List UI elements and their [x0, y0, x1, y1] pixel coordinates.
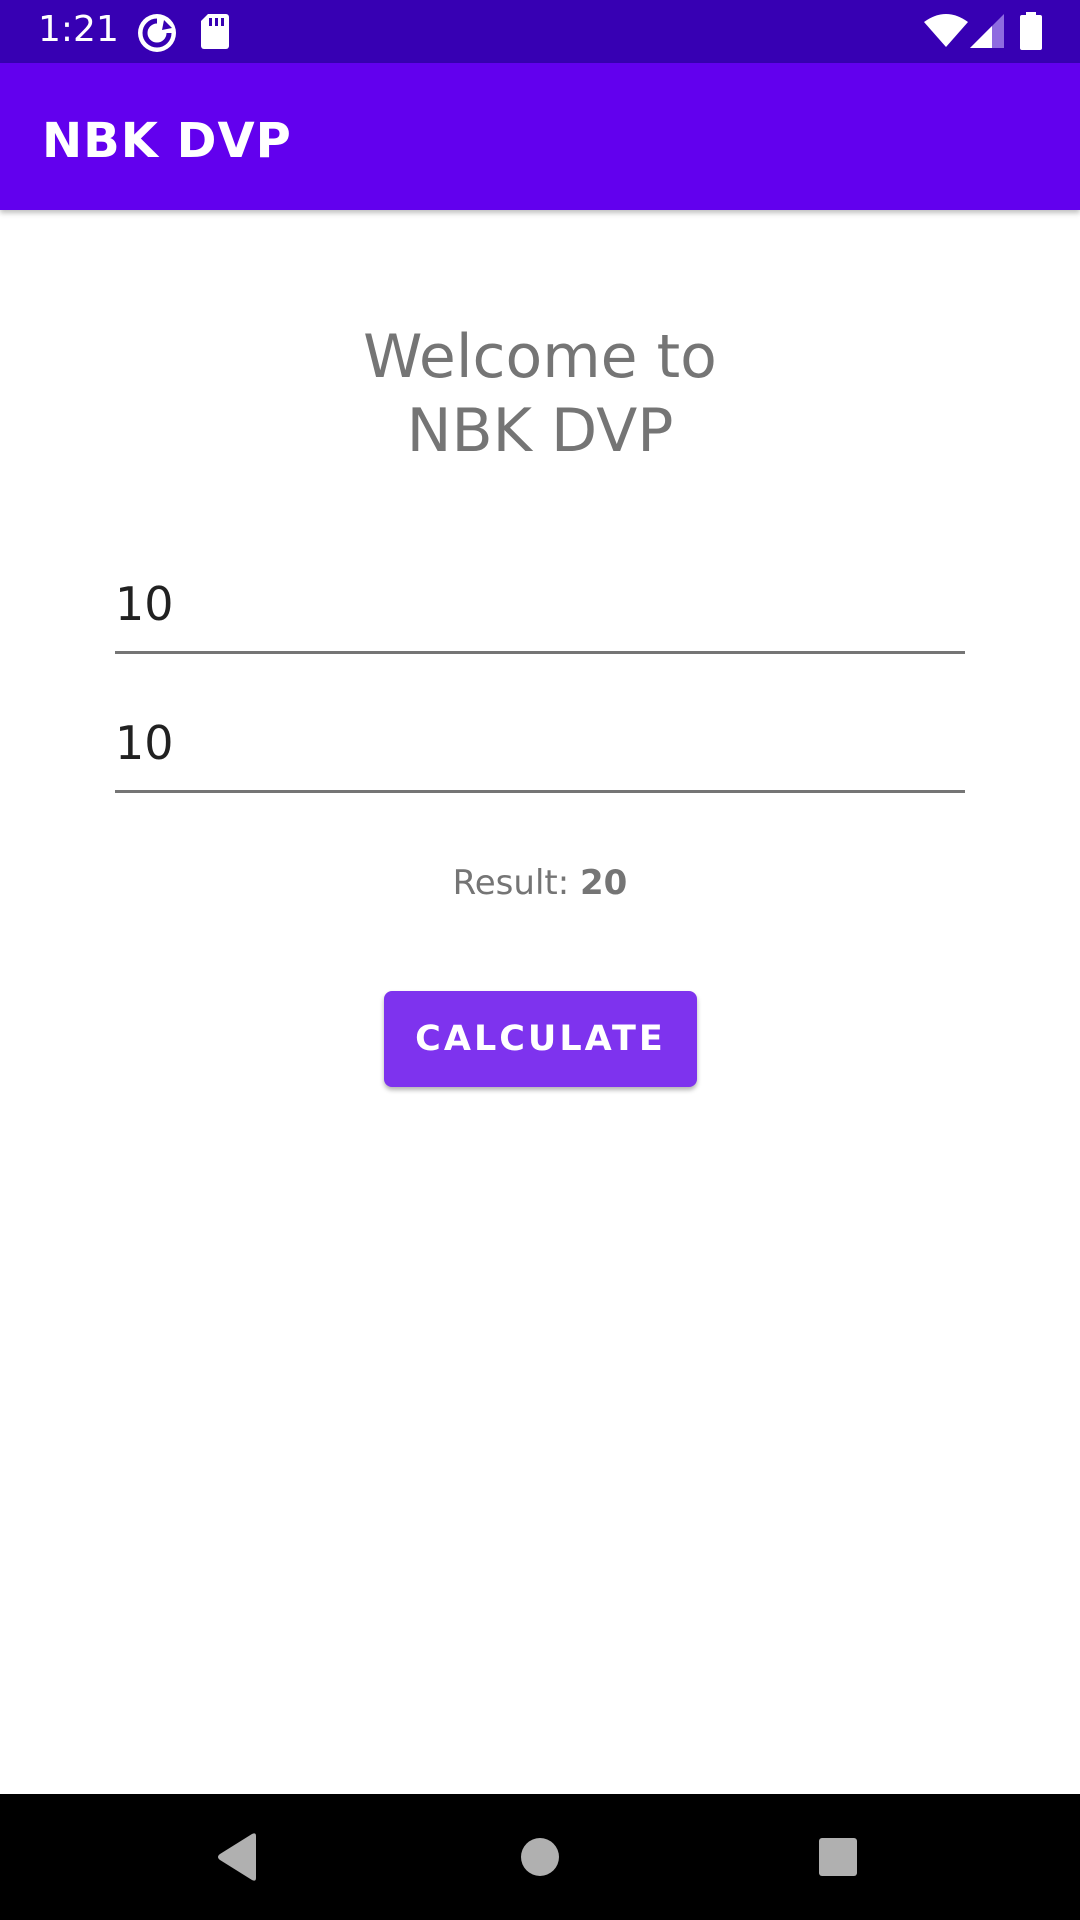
app-bar: NBK DVP [0, 63, 1080, 210]
welcome-line-1: Welcome to [363, 322, 717, 392]
calculate-button[interactable]: CALCULATE [384, 991, 697, 1087]
first-number-input[interactable] [115, 568, 965, 654]
welcome-heading: Welcome to NBK DVP [0, 320, 1080, 468]
back-button[interactable] [158, 1794, 318, 1920]
sync-icon [136, 12, 178, 58]
home-icon [521, 1838, 559, 1876]
second-number-input[interactable] [115, 707, 965, 793]
navigation-bar [0, 1794, 1080, 1920]
app-title: NBK DVP [42, 113, 292, 169]
status-bar: 1:21 [0, 0, 1080, 63]
wifi-icon [924, 14, 968, 52]
status-time: 1:21 [38, 9, 119, 50]
result-label: Result: [452, 863, 580, 903]
welcome-line-2: NBK DVP [406, 396, 674, 466]
signal-icon [970, 14, 1006, 52]
recents-button[interactable] [758, 1794, 918, 1920]
home-button[interactable] [460, 1794, 620, 1920]
battery-icon [1020, 12, 1042, 54]
result-value: 20 [580, 863, 628, 903]
recents-icon [819, 1838, 857, 1876]
sd-card-icon [200, 12, 230, 54]
result-text: Result: 20 [0, 860, 1080, 906]
back-icon [218, 1833, 256, 1881]
